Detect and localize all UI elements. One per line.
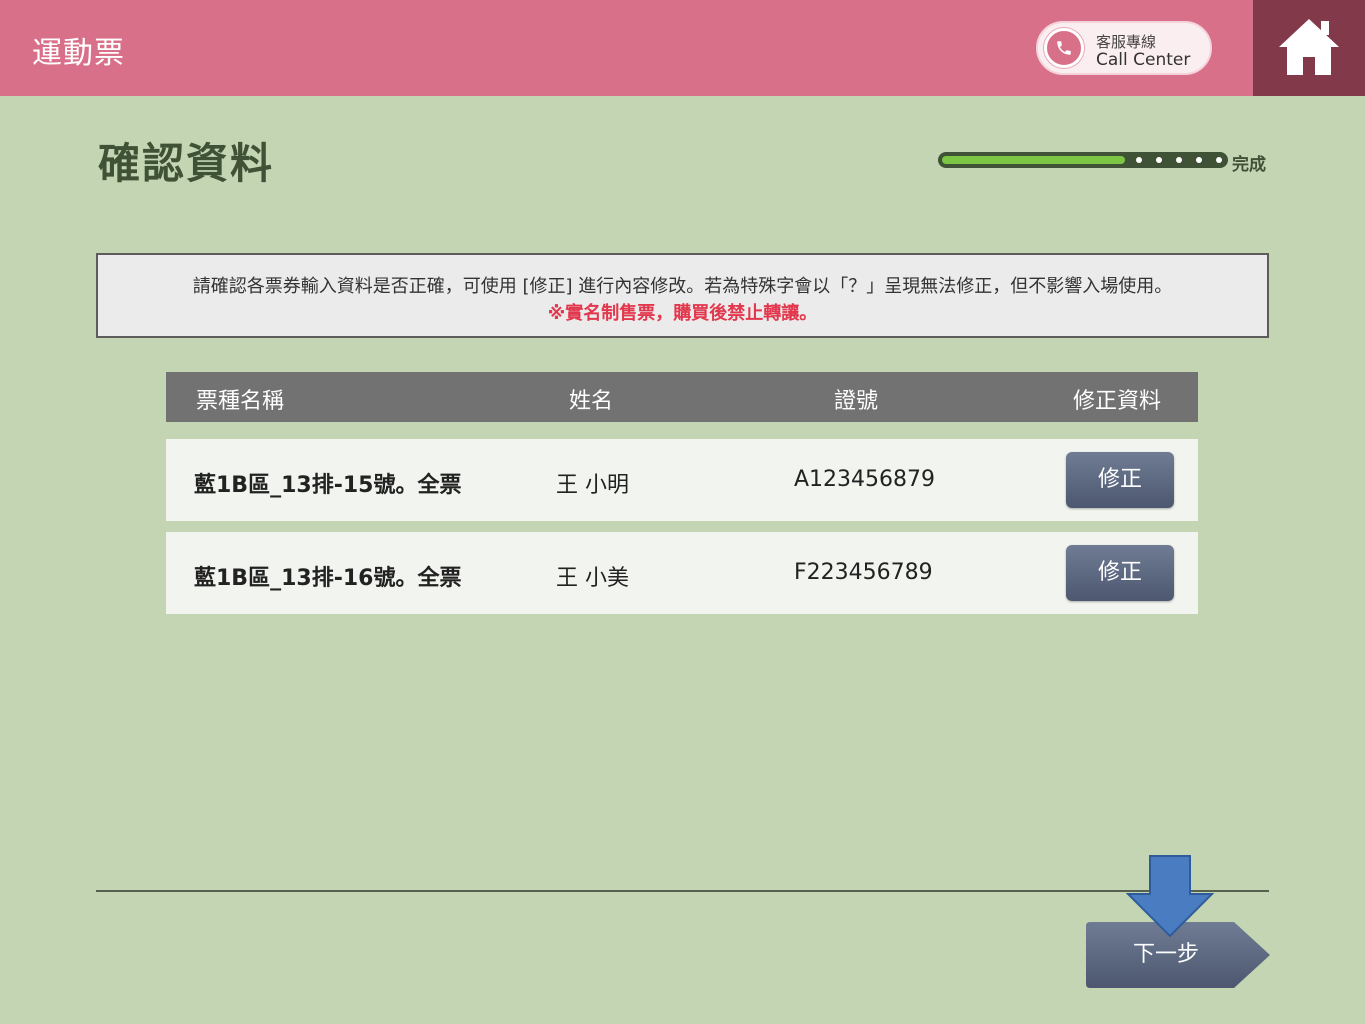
ticket-name-cell: 藍1B區_13排-15號。全票 [194, 473, 462, 498]
progress-step-dot [1156, 157, 1162, 163]
call-center-button[interactable]: 客服專線 Call Center [1036, 21, 1212, 75]
progress-step-dot [1196, 157, 1202, 163]
progress-label: 完成 [1232, 155, 1266, 175]
edit-button[interactable]: 修正 [1066, 452, 1174, 508]
home-button[interactable] [1253, 0, 1365, 96]
app-title: 運動票 [32, 36, 125, 71]
progress-step-dot [1216, 157, 1222, 163]
call-center-label-zh: 客服專線 [1096, 33, 1157, 51]
notice-text: 請確認各票券輸入資料是否正確，可使用 [修正] 進行內容修改。若為特殊字會以「？… [192, 276, 1173, 297]
column-header-edit: 修正資料 [1073, 389, 1162, 414]
id-number-cell: F223456789 [794, 560, 933, 585]
progress-step-dot [1176, 157, 1182, 163]
ticket-name-cell: 藍1B區_13排-16號。全票 [194, 566, 462, 591]
column-header-ticket: 票種名稱 [196, 389, 285, 414]
progress-fill [942, 156, 1125, 164]
arrow-down-icon [1126, 855, 1214, 938]
notice-warning: ※實名制售票，購買後禁止轉讓。 [547, 303, 818, 324]
column-header-name: 姓名 [569, 389, 614, 414]
progress-bar [938, 152, 1228, 168]
footer-divider [96, 890, 1269, 892]
holder-name-cell: 王 小明 [556, 473, 629, 498]
table-row: 藍1B區_13排-16號。全票 王 小美 F223456789 修正 [166, 532, 1198, 614]
top-bar: 運動票 客服專線 Call Center [0, 0, 1365, 96]
notice-box: 請確認各票券輸入資料是否正確，可使用 [修正] 進行內容修改。若為特殊字會以「？… [96, 253, 1269, 338]
table-header: 票種名稱 姓名 證號 修正資料 [166, 372, 1198, 422]
page-title: 確認資料 [98, 139, 275, 188]
edit-button[interactable]: 修正 [1066, 545, 1174, 601]
holder-name-cell: 王 小美 [556, 566, 629, 591]
home-icon [1279, 19, 1339, 75]
table-row: 藍1B區_13排-15號。全票 王 小明 A123456879 修正 [166, 439, 1198, 521]
id-number-cell: A123456879 [794, 467, 936, 492]
column-header-id: 證號 [834, 389, 879, 414]
phone-icon [1044, 28, 1084, 68]
call-center-label-en: Call Center [1096, 50, 1191, 70]
progress-step-dot [1136, 157, 1142, 163]
